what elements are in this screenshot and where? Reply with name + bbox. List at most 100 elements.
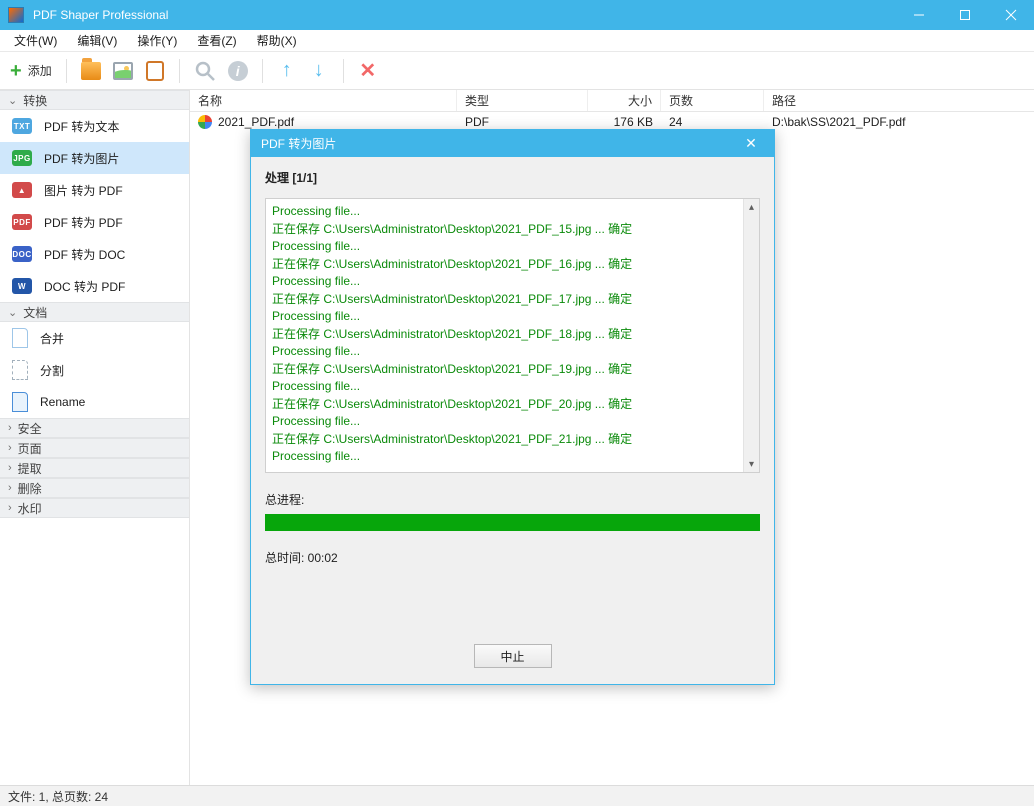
dialog-titlebar: PDF 转为图片 ✕ <box>251 130 774 157</box>
chevron-right-icon: › <box>8 442 12 454</box>
chevron-down-icon: ⌄ <box>8 306 17 319</box>
chevron-right-icon: › <box>8 482 12 494</box>
log-line: Processing file... <box>272 308 737 326</box>
img-icon: ▲ <box>12 182 32 198</box>
group-delete[interactable]: › 删除 <box>0 478 189 498</box>
menu-view[interactable]: 查看(Z) <box>187 30 246 51</box>
group-convert[interactable]: ⌄ 转换 <box>0 90 189 110</box>
group-security[interactable]: ›安全 <box>0 418 189 438</box>
sidebar-item-rename[interactable]: Rename <box>0 386 189 418</box>
col-size[interactable]: 大小 <box>588 90 661 111</box>
paste-icon <box>146 61 164 81</box>
document-icon <box>12 328 28 348</box>
toolbar: + 添加 i ↑ ↓ ✕ <box>0 52 1034 90</box>
group-label: 安全 <box>18 420 42 437</box>
log-line: Processing file... <box>272 343 737 361</box>
sidebar-item-pdf-to-doc[interactable]: DOC PDF 转为 DOC <box>0 238 189 270</box>
scroll-track[interactable] <box>744 215 759 456</box>
sidebar: ⌄ 转换 TXT PDF 转为文本 JPG PDF 转为图片 ▲ 图片 转为 PDF P… <box>0 90 190 785</box>
item-label: 分割 <box>40 362 64 379</box>
log-line: Processing file... <box>272 413 737 431</box>
plus-icon: + <box>10 62 22 80</box>
split-icon <box>12 360 28 380</box>
group-label: 转换 <box>23 92 47 109</box>
item-label: 合并 <box>40 330 64 347</box>
sidebar-item-pdf-to-pdf[interactable]: PDF PDF 转为 PDF <box>0 206 189 238</box>
add-button[interactable]: + 添加 <box>6 57 56 85</box>
sidebar-item-image-to-pdf[interactable]: ▲ 图片 转为 PDF <box>0 174 189 206</box>
doc-icon: DOC <box>12 246 32 262</box>
sidebar-item-doc-to-pdf[interactable]: WDOC 转为 PDF <box>0 270 189 302</box>
item-label: PDF 转为 PDF <box>44 214 123 231</box>
file-name: 2021_PDF.pdf <box>218 115 294 129</box>
delete-icon: ✕ <box>359 58 376 83</box>
col-name[interactable]: 名称 <box>190 90 457 111</box>
group-document[interactable]: ⌄ 文档 <box>0 302 189 322</box>
sidebar-item-pdf-to-text[interactable]: TXT PDF 转为文本 <box>0 110 189 142</box>
log-line: 正在保存 C:\Users\Administrator\Desktop\2021… <box>272 361 737 379</box>
log-line: Processing file... <box>272 378 737 396</box>
move-down-button[interactable]: ↓ <box>305 57 333 85</box>
folder-icon <box>81 62 101 80</box>
scroll-up-icon[interactable]: ▴ <box>744 199 759 215</box>
window-title: PDF Shaper Professional <box>31 8 896 22</box>
item-label: PDF 转为 DOC <box>44 246 125 263</box>
open-folder-button[interactable] <box>77 57 105 85</box>
col-pages[interactable]: 页数 <box>661 90 764 111</box>
sidebar-item-pdf-to-image[interactable]: JPG PDF 转为图片 <box>0 142 189 174</box>
sidebar-item-split[interactable]: 分割 <box>0 354 189 386</box>
progress-bar <box>265 514 760 531</box>
log-line: 正在保存 C:\Users\Administrator\Desktop\2021… <box>272 431 737 449</box>
log-line: 正在保存 C:\Users\Administrator\Desktop\2021… <box>272 291 737 309</box>
group-extract[interactable]: › 提取 <box>0 458 189 478</box>
sidebar-item-merge[interactable]: 合并 <box>0 322 189 354</box>
group-watermark[interactable]: ›水印 <box>0 498 189 518</box>
group-label: 删除 <box>18 480 42 497</box>
total-time: 总时间: 00:02 <box>265 549 760 566</box>
maximize-button[interactable] <box>942 0 988 30</box>
log-line: 正在保存 C:\Users\Administrator\Desktop\2021… <box>272 396 737 414</box>
chevron-right-icon: › <box>8 462 12 474</box>
info-button[interactable]: i <box>224 57 252 85</box>
col-type[interactable]: 类型 <box>457 90 588 111</box>
item-label: 图片 转为 PDF <box>44 182 123 199</box>
dialog-close-button[interactable]: ✕ <box>738 135 764 152</box>
menubar: 文件(W) 编辑(V) 操作(Y) 查看(Z) 帮助(X) <box>0 30 1034 52</box>
stop-label: 中止 <box>500 648 524 665</box>
log-line: Processing file... <box>272 203 737 221</box>
info-icon: i <box>228 61 248 81</box>
image-button[interactable] <box>109 57 137 85</box>
dialog-footer: 中止 <box>265 644 760 668</box>
item-label: PDF 转为文本 <box>44 118 119 135</box>
move-up-button[interactable]: ↑ <box>273 57 301 85</box>
menu-help[interactable]: 帮助(X) <box>247 30 307 51</box>
pdf-icon: PDF <box>12 214 32 230</box>
close-button[interactable] <box>988 0 1034 30</box>
jpg-icon: JPG <box>12 150 32 166</box>
search-button[interactable] <box>190 57 220 85</box>
menu-operation[interactable]: 操作(Y) <box>127 30 187 51</box>
minimize-button[interactable] <box>896 0 942 30</box>
delete-button[interactable]: ✕ <box>354 57 382 85</box>
image-icon <box>113 62 133 80</box>
col-path[interactable]: 路径 <box>764 90 1034 111</box>
arrow-down-icon: ↓ <box>314 59 324 82</box>
paste-button[interactable] <box>141 57 169 85</box>
statusbar: 文件: 1, 总页数: 24 <box>0 785 1034 806</box>
group-label: 文档 <box>23 304 47 321</box>
stop-button[interactable]: 中止 <box>474 644 552 668</box>
separator <box>179 59 180 83</box>
txt-icon: TXT <box>12 118 32 134</box>
group-label: 页面 <box>18 440 42 457</box>
group-label: 提取 <box>18 460 42 477</box>
arrow-up-icon: ↑ <box>282 59 292 82</box>
item-label: PDF 转为图片 <box>44 150 119 167</box>
chevron-down-icon: ⌄ <box>8 94 17 107</box>
group-pages[interactable]: › 页面 <box>0 438 189 458</box>
menu-file[interactable]: 文件(W) <box>4 30 67 51</box>
menu-edit[interactable]: 编辑(V) <box>67 30 127 51</box>
item-label: DOC 转为 PDF <box>44 278 125 295</box>
scroll-down-icon[interactable]: ▾ <box>744 456 759 472</box>
scrollbar[interactable]: ▴ ▾ <box>743 199 759 472</box>
rename-icon <box>12 392 28 412</box>
